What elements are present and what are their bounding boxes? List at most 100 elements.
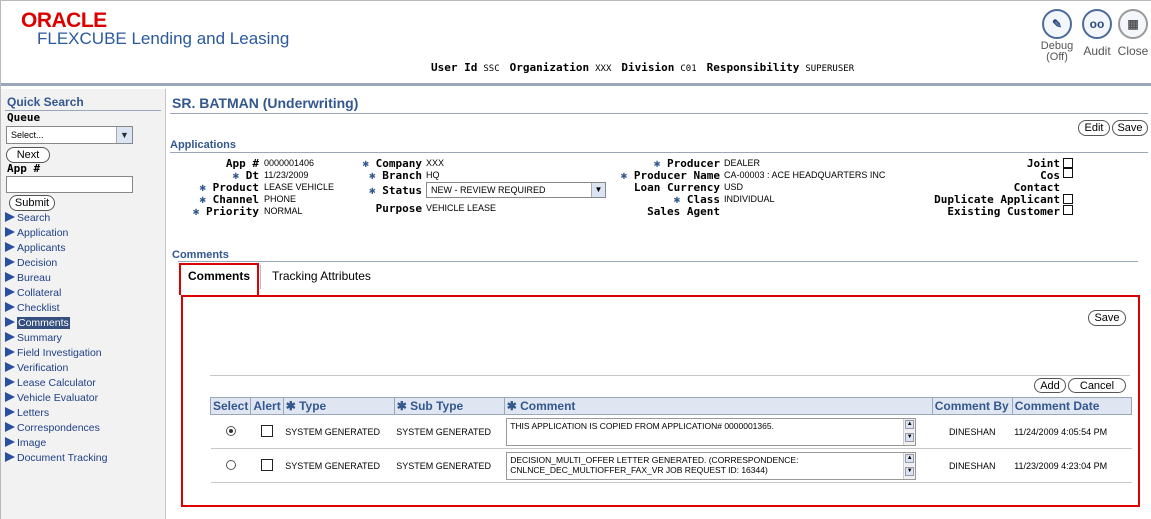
audit-label: Audit [1083,44,1111,58]
row-comment-text: THIS APPLICATION IS COPIED FROM APPLICAT… [510,420,774,431]
arrow-right-icon [5,422,15,432]
sidebar-item-label: Document Tracking [17,452,108,464]
sidebar-item-image[interactable]: Image [5,436,165,451]
arrow-right-icon [5,317,15,327]
panel-save-button[interactable]: Save [1088,310,1126,326]
duplicate-applicant-checkbox[interactable] [1063,194,1073,204]
scroll-up-icon[interactable]: ▲ [905,453,915,463]
row-select-cell [210,448,251,483]
scroll-down-icon[interactable]: ▼ [905,466,915,476]
column-comment-by[interactable]: Comment By [931,397,1013,415]
sidebar-item-collateral[interactable]: Collateral [5,286,165,301]
arrow-right-icon [5,287,15,297]
row-type: SYSTEM GENERATED [283,448,395,483]
sidebar-item-verification[interactable]: Verification [5,361,165,376]
row-subtype: SYSTEM GENERATED [394,414,505,449]
submit-button[interactable]: Submit [9,195,55,211]
scrollbar[interactable]: ▲ ▼ [903,418,916,445]
cos-checkbox[interactable] [1063,168,1073,178]
next-button[interactable]: Next [6,147,50,163]
close-icon: ▦ [1118,9,1148,39]
sidebar: Quick Search Queue Select... ▼ Next App … [1,89,166,519]
purpose-value: VEHICLE LEASE [426,203,497,213]
sidebar-item-field-investigation[interactable]: Field Investigation [5,346,165,361]
row-comment-by: DINESHAN [932,448,1013,483]
chevron-down-icon: ▼ [116,127,132,143]
sidebar-item-letters[interactable]: Letters [5,406,165,421]
sidebar-item-comments[interactable]: Comments [5,316,165,331]
sidebar-item-label: Correspondences [17,422,100,434]
tab-tracking-attributes[interactable]: Tracking Attributes [272,269,371,285]
row-comment-textarea[interactable]: DECISION_MULTI_OFFER LETTER GENERATED. (… [506,451,917,480]
sidebar-item-summary[interactable]: Summary [5,331,165,346]
row-select-radio[interactable] [225,425,236,436]
user-id-value: SSC [483,64,500,74]
row-comment-textarea[interactable]: THIS APPLICATION IS COPIED FROM APPLICAT… [506,417,917,446]
sidebar-item-applicants[interactable]: Applicants [5,241,165,256]
user-id-label: User Id [431,61,478,74]
column-type[interactable]: ✱ Type [282,397,395,415]
status-value: NEW - REVIEW REQUIRED [431,185,546,195]
status-label: ✱ Status [369,184,422,197]
status-select[interactable]: NEW - REVIEW REQUIRED ▼ [426,182,606,198]
sidebar-item-lease-calculator[interactable]: Lease Calculator [5,376,165,391]
sidebar-item-checklist[interactable]: Checklist [5,301,165,316]
column-alert: Alert [250,397,284,415]
sidebar-item-label: Collateral [17,287,62,299]
sidebar-item-application[interactable]: Application [5,226,165,241]
arrow-right-icon [5,227,15,237]
priority-value: NORMAL [264,206,303,216]
product-name: FLEXCUBE Lending and Leasing [37,29,290,48]
table-row: SYSTEM GENERATED SYSTEM GENERATED THIS A… [210,414,1132,449]
joint-checkbox[interactable] [1063,158,1073,168]
arrow-right-icon [5,257,15,267]
row-subtype: SYSTEM GENERATED [394,448,505,483]
audit-button[interactable]: oo Audit [1079,9,1115,58]
channel-value: PHONE [264,194,297,204]
debug-button[interactable]: ✎ Debug (Off) [1039,9,1075,63]
arrow-right-icon [5,362,15,372]
sidebar-item-label: Verification [17,362,69,374]
add-button[interactable]: Add [1034,378,1066,393]
column-subtype[interactable]: ✱ Sub Type [393,397,505,415]
queue-select[interactable]: Select... ▼ [6,126,133,144]
priority-label: ✱ Priority [192,205,259,218]
close-label: Close [1117,44,1149,58]
row-alert-checkbox[interactable] [261,458,274,471]
edit-button[interactable]: Edit [1078,120,1110,136]
arrow-right-icon [5,437,15,447]
sidebar-item-label: Applicants [17,242,66,254]
sidebar-item-search[interactable]: Search [5,211,165,226]
sidebar-item-correspondences[interactable]: Correspondences [5,421,165,436]
comments-table: Select Alert ✱ Type ✱ Sub Type ✱ Comment… [209,397,1133,483]
row-alert-checkbox[interactable] [261,424,274,437]
sidebar-item-decision[interactable]: Decision [5,256,165,271]
scroll-down-icon[interactable]: ▼ [905,432,915,442]
app-no-value: 0000001406 [264,158,315,168]
app-number-input[interactable] [6,176,133,193]
existing-customer-checkbox[interactable] [1063,205,1073,215]
column-comment[interactable]: ✱ Comment [503,397,933,415]
divider [170,113,1148,114]
debug-icon: ✎ [1042,9,1072,39]
sidebar-item-document-tracking[interactable]: Document Tracking [5,451,165,466]
close-button[interactable]: ▦ Close [1115,9,1151,58]
scrollbar[interactable]: ▲ ▼ [903,452,916,479]
division-label: Division [621,61,675,74]
user-info: User Id SSC Organization XXX Division C01 Resp… [431,61,864,74]
arrow-right-icon [5,332,15,342]
tab-separator [260,265,261,289]
sidebar-item-label: Bureau [17,272,51,284]
column-comment-date[interactable]: Comment Date [1011,397,1133,415]
company-value: XXX [426,158,445,168]
save-button[interactable]: Save [1112,120,1148,136]
row-select-radio[interactable] [225,459,236,470]
cancel-button[interactable]: Cancel [1068,378,1126,393]
sidebar-item-label: Search [17,212,51,224]
row-comment-date: 11/24/2009 4:05:54 PM [1012,414,1132,449]
highlight-box-tab [179,263,259,295]
scroll-up-icon[interactable]: ▲ [905,419,915,429]
sidebar-item-bureau[interactable]: Bureau [5,271,165,286]
page-title: SR. BATMAN (Underwriting) [172,95,359,111]
sidebar-item-vehicle-evaluator[interactable]: Vehicle Evaluator [5,391,165,406]
